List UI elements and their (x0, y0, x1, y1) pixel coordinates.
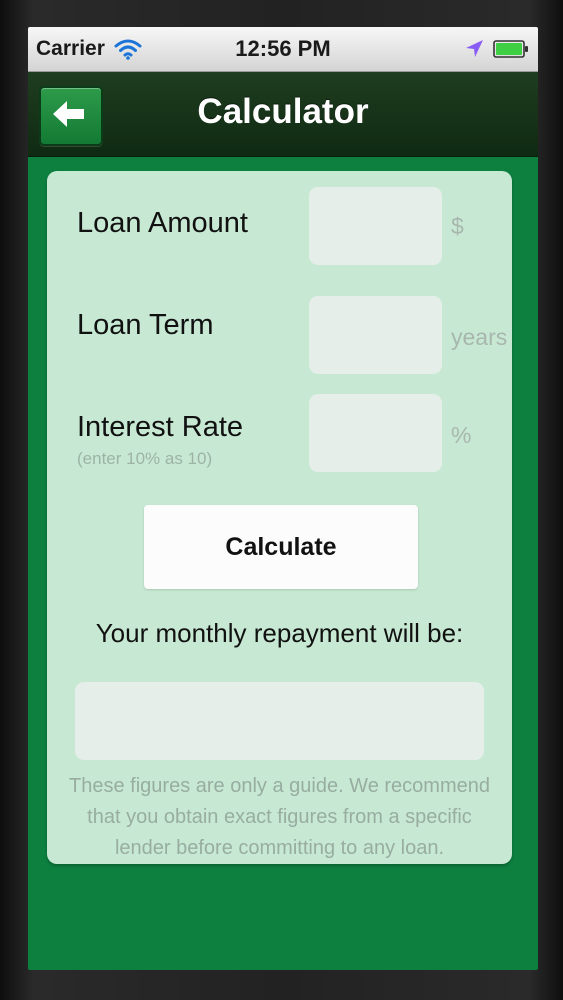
interest-rate-input[interactable] (309, 394, 442, 472)
result-label: Your monthly repayment will be: (95, 618, 464, 648)
loan-amount-unit: $ (451, 213, 464, 239)
loan-term-label: Loan Term (77, 309, 214, 341)
interest-rate-hint: (enter 10% as 10) (77, 449, 213, 468)
status-bar: Carrier 12:56 PM (28, 27, 538, 72)
status-time: 12:56 PM (235, 36, 331, 61)
app-screen: Carrier 12:56 PM Calculator Loan Amount (28, 27, 538, 970)
battery-icon (493, 40, 528, 58)
loan-amount-label: Loan Amount (77, 207, 248, 239)
monthly-repayment-output (75, 682, 484, 760)
disclaimer-text: These figures are only a guide. We recom… (69, 775, 490, 859)
calculate-button[interactable]: Calculate (144, 505, 418, 589)
interest-rate-unit: % (451, 422, 472, 448)
location-arrow-icon (466, 40, 483, 57)
page-title: Calculator (197, 92, 369, 131)
loan-term-input[interactable] (309, 296, 442, 374)
loan-term-unit: years (451, 324, 508, 350)
calculator-card: Loan Amount $ Loan Term years Interest R… (47, 171, 512, 864)
navigation-bar: Calculator (28, 72, 538, 157)
loan-amount-input[interactable] (309, 187, 442, 265)
interest-rate-label: Interest Rate (77, 411, 244, 443)
